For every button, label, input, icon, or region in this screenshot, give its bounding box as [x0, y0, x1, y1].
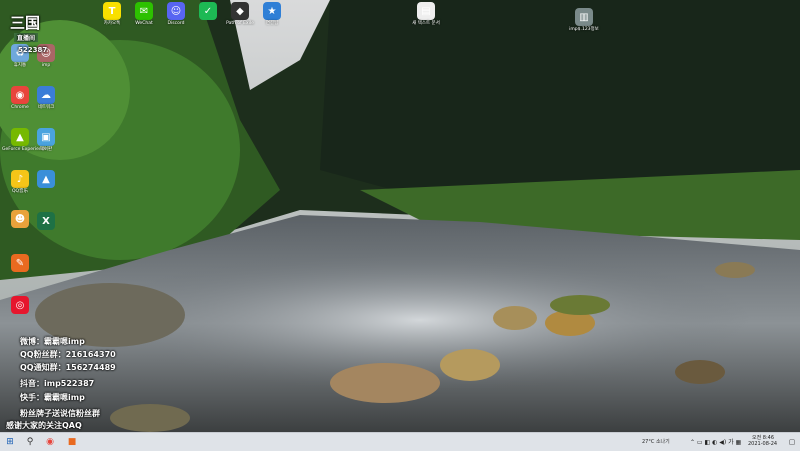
- desktop-icon-folder1[interactable]: ▤ 새 텍스트 문서: [408, 2, 444, 26]
- desktop-icon-label: imp$.123정보: [569, 27, 599, 32]
- overlay-line: 抖音：imp522387: [20, 379, 95, 388]
- stream-logo-sub: 直播间: [14, 33, 39, 42]
- blue-icon: ★: [263, 2, 281, 20]
- desktop-icon-kakao[interactable]: T 카카오톡: [94, 2, 130, 26]
- desktop-icon-blue[interactable]: ★ 연결됨: [254, 2, 290, 26]
- desktop-icon-wechat[interactable]: ✉ WeChat: [126, 2, 162, 26]
- weather-widget[interactable]: 27°C 소나기: [642, 438, 670, 445]
- kakao-icon: T: [103, 2, 121, 20]
- desktop-icon-label: WeChat: [135, 21, 153, 26]
- chrome-taskbar-icon[interactable]: ◉: [44, 436, 56, 448]
- qq-icon: ♪: [11, 170, 29, 188]
- ctrl-icon: ▣: [37, 128, 55, 146]
- overlay-line: 粉丝牌子送说信粉丝群: [20, 409, 100, 418]
- stream-room-id: 522387: [18, 46, 48, 54]
- wechat-icon: ✉: [135, 2, 153, 20]
- overlay-line: QQ粉丝群：216164370: [20, 350, 116, 359]
- overlay-line: QQ通知群：156274489: [20, 363, 116, 372]
- img-icon: ▲: [37, 170, 55, 188]
- notification-icon[interactable]: ▢: [786, 436, 798, 448]
- tray-icons[interactable]: ⌃ ▭ ◧ ◐ ◀) 가 ▦: [690, 437, 741, 446]
- desktop-icon-label: 네트워크: [37, 105, 55, 110]
- green-icon: ✓: [199, 2, 217, 20]
- poe-icon: ◆: [231, 2, 249, 20]
- desktop-icon-excel[interactable]: X: [28, 212, 64, 231]
- geforce-icon: ▲: [11, 128, 29, 146]
- desktop-icon-orange[interactable]: ✎: [2, 254, 38, 273]
- app-taskbar-icon[interactable]: ■: [66, 436, 78, 448]
- stream-logo: 三国: [10, 14, 41, 32]
- desktop-wallpaper: [0, 0, 800, 432]
- desktop-icon-label: 카카오톡: [103, 21, 121, 26]
- desktop-icon-ctrl[interactable]: ▣ 제어판: [28, 128, 64, 152]
- desktop-icon-green[interactable]: ✓: [190, 2, 226, 21]
- windows-icon[interactable]: ⊞: [3, 436, 17, 448]
- desktop-icon-folder2[interactable]: ▥ imp$.123정보: [566, 8, 602, 32]
- desktop-icon-label: Path of Exile: [226, 21, 254, 26]
- desktop-icon-net[interactable]: ☁ 네트워크: [28, 86, 64, 110]
- folder2-icon: ▥: [575, 8, 593, 26]
- desktop-icon-weibo[interactable]: ◎: [2, 296, 38, 315]
- overlay-line: 感谢大家的关注QAQ: [6, 421, 82, 430]
- weibo-icon: ◎: [11, 296, 29, 314]
- desktop-icon-poe[interactable]: ◆ Path of Exile: [222, 2, 258, 26]
- desktop-icon-discord[interactable]: ☺ Discord: [158, 2, 194, 26]
- overlay-line: 快手：霸霸嗯imp: [20, 393, 85, 402]
- desktop-icon-label: 제어판: [39, 147, 53, 152]
- mascot-icon: ☻: [11, 210, 29, 228]
- desktop-icon-img[interactable]: ▲: [28, 170, 64, 189]
- taskbar: ⊞ ⚲ ◉ ■ 27°C 소나기 ⌃ ▭ ◧ ◐ ◀) 가 ▦ 오전 8:46 …: [0, 432, 800, 451]
- chrome-icon: ◉: [11, 86, 29, 104]
- desktop-icon-label: 새 텍스트 문서: [412, 21, 440, 26]
- desktop-icon-label: QQ音乐: [11, 189, 29, 194]
- desktop-icon-label: Discord: [167, 21, 185, 26]
- desktop-icon-label: imp: [41, 63, 51, 68]
- folder1-icon: ▤: [417, 2, 435, 20]
- discord-icon: ☺: [167, 2, 185, 20]
- overlay-line: 微博：霸霸嗯imp: [20, 337, 85, 346]
- net-icon: ☁: [37, 86, 55, 104]
- search-icon[interactable]: ⚲: [24, 436, 36, 448]
- clock-date[interactable]: 2021-08-24: [748, 441, 777, 447]
- orange-icon: ✎: [11, 254, 29, 272]
- desktop-icon-label: 연결됨: [265, 21, 279, 26]
- clock-time[interactable]: 오전 8:46: [752, 434, 774, 441]
- excel-icon: X: [37, 212, 55, 230]
